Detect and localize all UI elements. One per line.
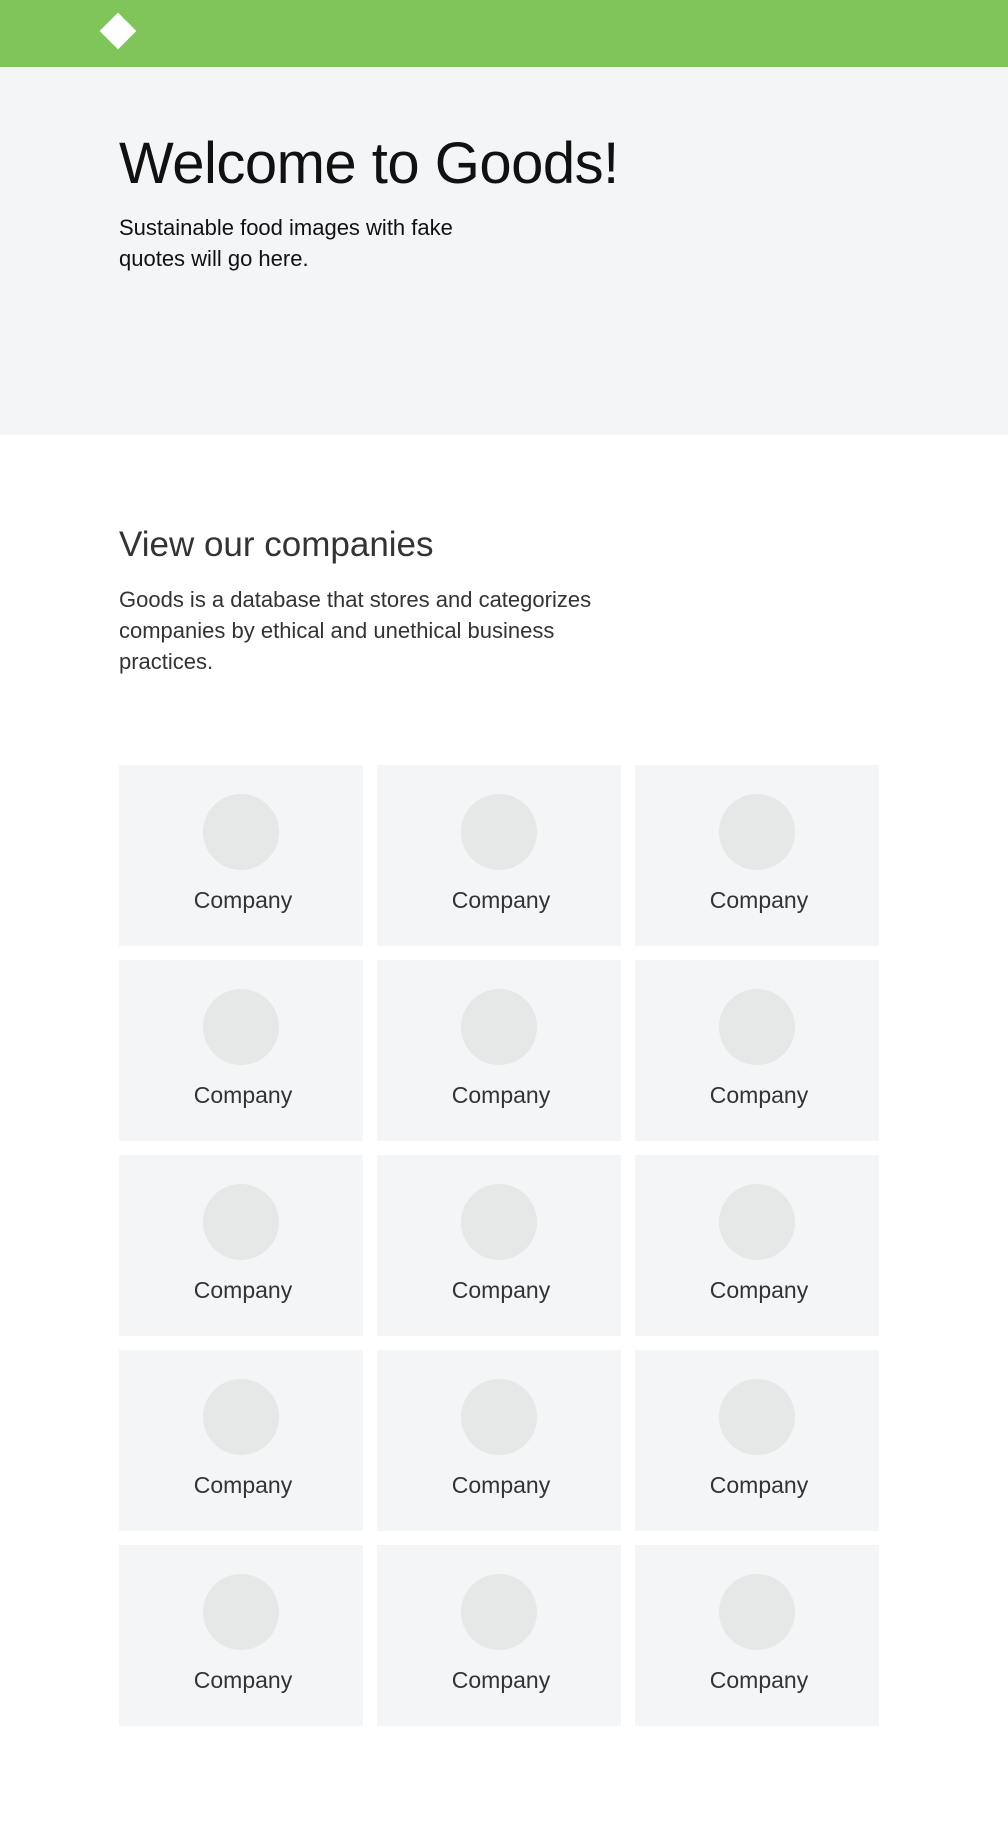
section-description: Goods is a database that stores and cate… (119, 587, 592, 674)
company-name: Company (451, 887, 551, 913)
company-avatar (719, 989, 795, 1065)
company-name: Company (451, 1082, 551, 1108)
hero-subtitle: Sustainable food images with fake quotes… (119, 215, 453, 271)
company-avatar (719, 1184, 795, 1260)
company-avatar (203, 794, 279, 870)
section-title: View our companies (119, 525, 434, 564)
company-avatar (719, 1379, 795, 1455)
company-name: Company (709, 1082, 809, 1108)
company-avatar (203, 989, 279, 1065)
company-avatar (461, 1184, 537, 1260)
company-name: Company (193, 1277, 293, 1303)
company-avatar (461, 794, 537, 870)
company-card[interactable]: Company (377, 765, 621, 946)
hero-section: Welcome to Goods! Sustainable food image… (0, 67, 1008, 435)
company-name: Company (709, 1277, 809, 1303)
company-avatar (203, 1184, 279, 1260)
company-name: Company (451, 1472, 551, 1498)
company-name: Company (193, 1082, 293, 1108)
hero-title: Welcome to Goods! (119, 131, 619, 196)
company-card[interactable]: Company (377, 960, 621, 1141)
company-name: Company (193, 1472, 293, 1498)
company-avatar (719, 1574, 795, 1650)
company-name: Company (709, 1667, 809, 1693)
company-avatar (461, 1574, 537, 1650)
company-name: Company (193, 1667, 293, 1693)
company-card[interactable]: Company (635, 1350, 879, 1531)
company-name: Company (193, 887, 293, 913)
company-card[interactable]: Company (377, 1350, 621, 1531)
company-grid: Company Company Company Company Company … (119, 765, 879, 1726)
company-card[interactable]: Company (119, 1545, 363, 1726)
company-card[interactable]: Company (119, 1350, 363, 1531)
company-card[interactable]: Company (635, 765, 879, 946)
company-name: Company (451, 1667, 551, 1693)
company-avatar (461, 1379, 537, 1455)
company-card[interactable]: Company (377, 1545, 621, 1726)
company-name: Company (709, 887, 809, 913)
company-card[interactable]: Company (635, 960, 879, 1141)
company-avatar (203, 1574, 279, 1650)
company-card[interactable]: Company (119, 960, 363, 1141)
company-card[interactable]: Company (119, 1155, 363, 1336)
company-card[interactable]: Company (635, 1545, 879, 1726)
company-name: Company (709, 1472, 809, 1498)
company-avatar (719, 794, 795, 870)
company-avatar (461, 989, 537, 1065)
top-nav-bar (0, 0, 1008, 67)
company-card[interactable]: Company (377, 1155, 621, 1336)
diamond-logo-icon[interactable] (99, 12, 137, 50)
company-avatar (203, 1379, 279, 1455)
company-card[interactable]: Company (119, 765, 363, 946)
company-name: Company (451, 1277, 551, 1303)
company-card[interactable]: Company (635, 1155, 879, 1336)
